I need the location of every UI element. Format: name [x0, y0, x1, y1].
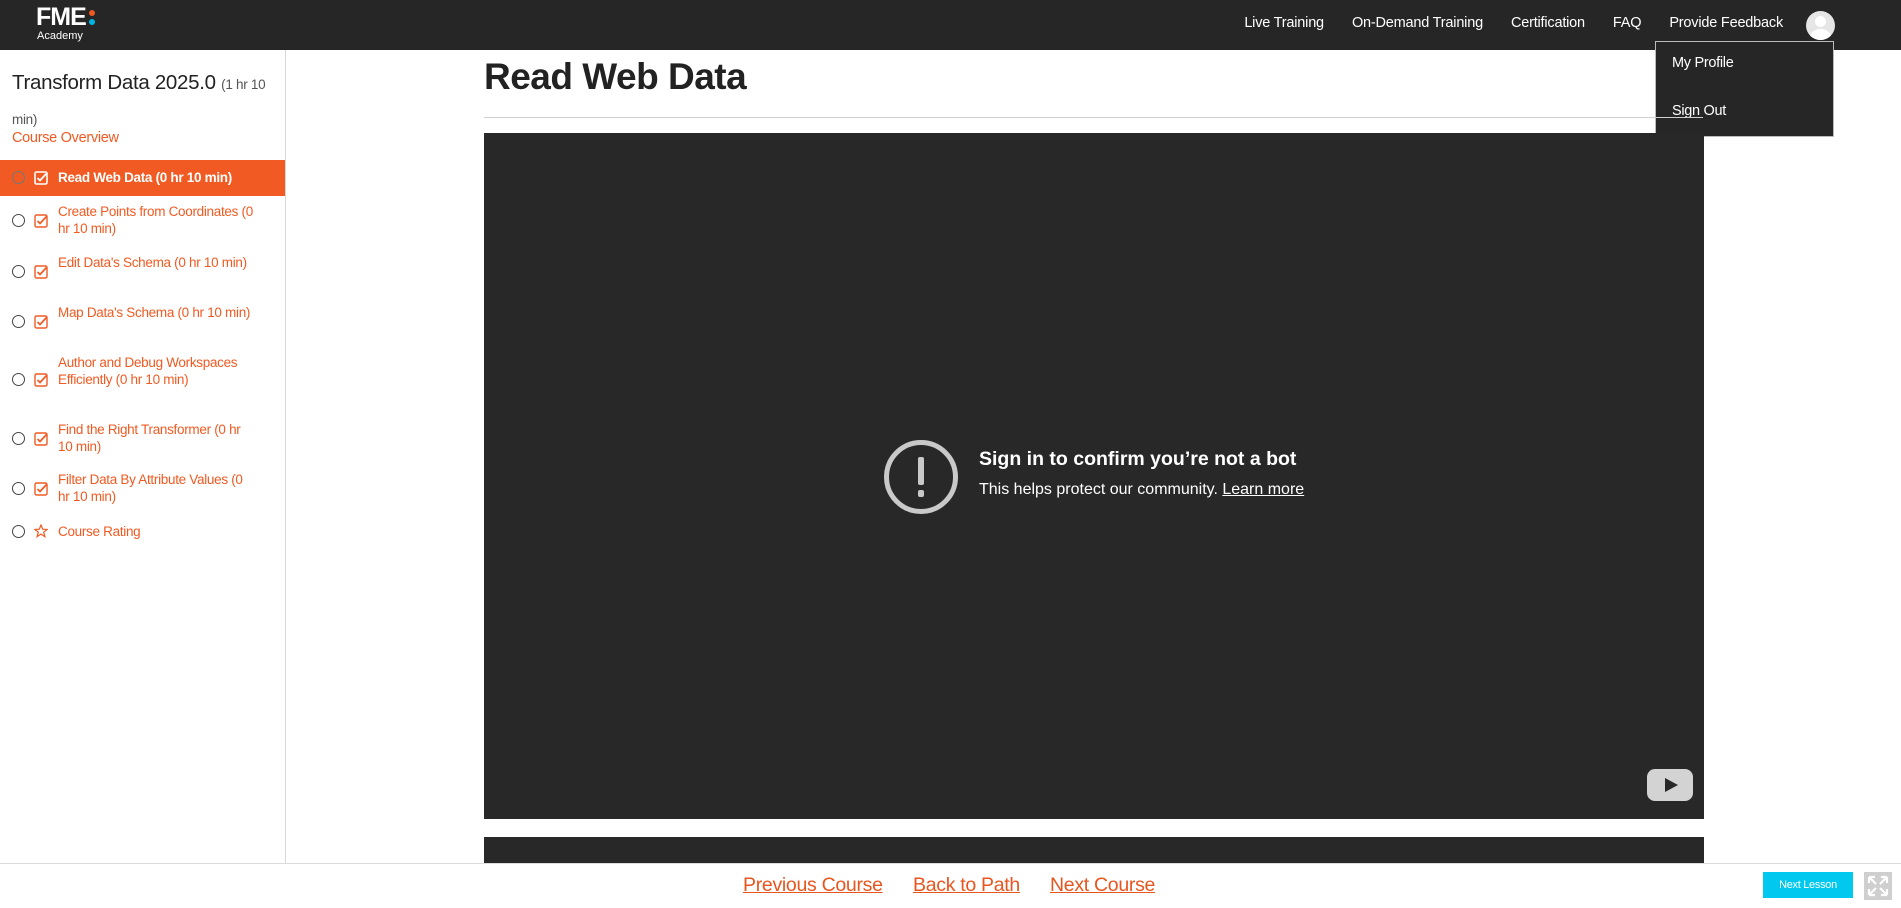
lesson-item-read-web-data[interactable]: Read Web Data (0 hr 10 min)	[0, 160, 285, 196]
radio-icon[interactable]	[12, 482, 25, 495]
learn-more-link[interactable]: Learn more	[1222, 481, 1304, 498]
course-title: Transform Data 2025.0 (1 hr 10 min)	[12, 66, 272, 136]
second-video-player[interactable]	[484, 837, 1704, 863]
lesson-label: Read Web Data (0 hr 10 min)	[58, 170, 232, 185]
nav-certification[interactable]: Certification	[1511, 15, 1585, 31]
top-navigation-bar: FME Academy Live Training On-Demand Trai…	[0, 0, 1901, 50]
logo-subtext: Academy	[37, 30, 83, 42]
user-avatar-icon[interactable]	[1806, 11, 1835, 40]
nav-provide-feedback[interactable]: Provide Feedback	[1669, 15, 1783, 31]
lesson-item-course-rating[interactable]: Course Rating	[0, 523, 285, 541]
lesson-item-author-debug[interactable]: Author and Debug Workspaces Efficiently …	[0, 354, 285, 406]
bot-check-heading: Sign in to confirm you’re not a bot	[979, 448, 1297, 470]
bot-check-message: This helps protect our community. Learn …	[979, 481, 1304, 499]
checkbox-icon	[34, 214, 48, 228]
lesson-label: Find the Right Transformer (0 hr 10 min)	[58, 422, 241, 454]
menu-item-my-profile[interactable]: My Profile	[1672, 55, 1734, 71]
warning-icon	[884, 440, 958, 514]
checkbox-icon	[34, 171, 48, 185]
radio-icon[interactable]	[12, 315, 25, 328]
checkbox-icon	[34, 482, 48, 496]
fullscreen-expand-icon[interactable]	[1864, 872, 1892, 900]
checkbox-icon	[34, 265, 48, 279]
bot-check-text: This helps protect our community.	[979, 481, 1218, 498]
logo-text: FME	[36, 3, 87, 31]
logo-dots-icon	[88, 9, 95, 25]
nav-on-demand-training[interactable]: On-Demand Training	[1352, 15, 1483, 31]
nav-live-training[interactable]: Live Training	[1244, 15, 1324, 31]
lesson-item-edit-schema[interactable]: Edit Data's Schema (0 hr 10 min)	[0, 254, 285, 290]
next-course-link[interactable]: Next Course	[1050, 874, 1155, 897]
lesson-item-find-transformer[interactable]: Find the Right Transformer (0 hr 10 min)	[0, 421, 285, 457]
checkbox-icon	[34, 373, 48, 387]
bottom-navigation-bar: Previous Course Back to Path Next Course…	[0, 863, 1901, 908]
star-icon	[34, 524, 48, 538]
radio-icon[interactable]	[12, 171, 25, 184]
lesson-label: Create Points from Coordinates (0 hr 10 …	[58, 204, 253, 236]
course-sidebar: Transform Data 2025.0 (1 hr 10 min) Cour…	[0, 50, 286, 863]
main-nav: Live Training On-Demand Training Certifi…	[1244, 0, 1783, 46]
title-divider	[484, 117, 1703, 118]
lesson-item-map-schema[interactable]: Map Data's Schema (0 hr 10 min)	[0, 304, 285, 340]
radio-icon[interactable]	[12, 265, 25, 278]
lesson-item-filter-data[interactable]: Filter Data By Attribute Values (0 hr 10…	[0, 471, 285, 507]
video-player[interactable]: Sign in to confirm you’re not a bot This…	[484, 133, 1704, 819]
page-title: Read Web Data	[484, 56, 747, 97]
lesson-item-create-points[interactable]: Create Points from Coordinates (0 hr 10 …	[0, 203, 285, 239]
course-overview-link[interactable]: Course Overview	[12, 130, 119, 146]
radio-icon[interactable]	[12, 432, 25, 445]
radio-icon[interactable]	[12, 373, 25, 386]
lesson-label: Author and Debug Workspaces Efficiently …	[58, 355, 238, 387]
fme-academy-logo[interactable]: FME Academy	[36, 4, 95, 42]
next-lesson-button[interactable]: Next Lesson	[1763, 872, 1853, 898]
lesson-label: Course Rating	[58, 524, 141, 539]
nav-faq[interactable]: FAQ	[1613, 15, 1642, 31]
radio-icon[interactable]	[12, 525, 25, 538]
lesson-label: Map Data's Schema (0 hr 10 min)	[58, 305, 251, 320]
previous-course-link[interactable]: Previous Course	[743, 874, 883, 897]
youtube-logo-icon[interactable]	[1647, 769, 1693, 801]
back-to-path-link[interactable]: Back to Path	[913, 874, 1020, 897]
checkbox-icon	[34, 432, 48, 446]
lesson-label: Edit Data's Schema (0 hr 10 min)	[58, 255, 247, 270]
user-dropdown-menu: My Profile Sign Out	[1655, 41, 1834, 137]
radio-icon[interactable]	[12, 214, 25, 227]
course-title-text: Transform Data 2025.0	[12, 71, 216, 94]
lesson-label: Filter Data By Attribute Values (0 hr 10…	[58, 472, 243, 504]
checkbox-icon	[34, 315, 48, 329]
